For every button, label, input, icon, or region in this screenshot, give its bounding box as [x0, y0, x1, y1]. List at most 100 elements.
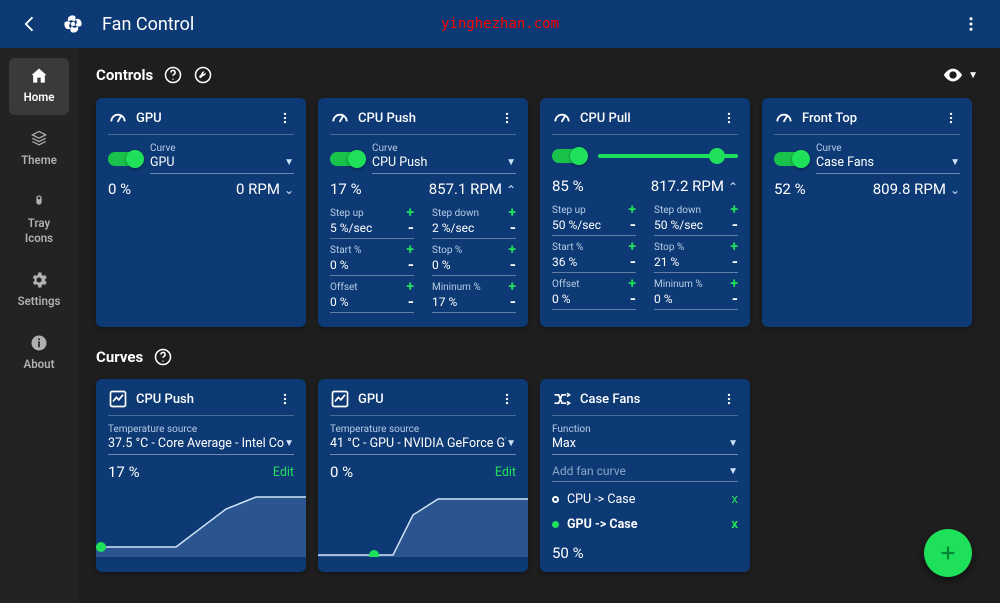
- back-button[interactable]: [10, 8, 50, 40]
- sidebar-item-tray-icons[interactable]: Tray Icons: [9, 184, 69, 256]
- min-value[interactable]: 0 %: [654, 292, 673, 306]
- minus-button[interactable]: -: [510, 223, 516, 233]
- remove-button[interactable]: x: [732, 492, 738, 507]
- card-menu-button[interactable]: [498, 392, 516, 406]
- collapse-button[interactable]: ⌃: [728, 180, 738, 194]
- curve-chart[interactable]: [318, 487, 528, 557]
- app-title: Fan Control: [102, 14, 194, 35]
- sidebar-item-theme[interactable]: Theme: [9, 121, 69, 178]
- sidebar-item-label: Theme: [21, 153, 57, 167]
- card-title: Case Fans: [580, 392, 712, 407]
- stop-label: Stop %: [432, 245, 462, 256]
- curve-chart[interactable]: [96, 487, 306, 557]
- min-label: Mininum %: [432, 282, 481, 293]
- mix-item-label: CPU -> Case: [567, 492, 635, 507]
- expand-button[interactable]: ⌄: [284, 183, 294, 197]
- percent-value: 0 %: [108, 180, 131, 198]
- manual-slider[interactable]: [598, 154, 738, 158]
- card-menu-button[interactable]: [720, 111, 738, 125]
- edit-button[interactable]: Edit: [273, 465, 294, 480]
- minus-button[interactable]: -: [408, 260, 414, 270]
- sidebar-item-about[interactable]: About: [9, 325, 69, 382]
- stop-value[interactable]: 21 %: [654, 255, 679, 269]
- add-fan-curve[interactable]: Add fan curve ▼: [552, 461, 738, 482]
- settings-icon: [29, 270, 49, 290]
- minus-button[interactable]: -: [408, 297, 414, 307]
- offset-value[interactable]: 0 %: [552, 292, 571, 306]
- minus-button[interactable]: -: [732, 257, 738, 267]
- sidebar-item-label: Settings: [18, 294, 61, 308]
- radio-indicator: [552, 496, 559, 503]
- card-menu-button[interactable]: [276, 111, 294, 125]
- curve-select[interactable]: GPU ▼: [150, 154, 294, 174]
- enable-toggle[interactable]: [774, 152, 808, 166]
- minus-button[interactable]: -: [630, 257, 636, 267]
- collapse-button[interactable]: ⌃: [506, 183, 516, 197]
- sidebar-item-settings[interactable]: Settings: [9, 262, 69, 319]
- titlebar-menu-button[interactable]: [952, 9, 990, 39]
- offset-value[interactable]: 0 %: [330, 295, 349, 309]
- minus-button[interactable]: -: [510, 297, 516, 307]
- sidebar-item-label: Home: [24, 90, 55, 104]
- start-value[interactable]: 36 %: [552, 255, 577, 269]
- function-value: Max: [552, 436, 576, 451]
- stop-value[interactable]: 0 %: [432, 258, 451, 272]
- step-up-value[interactable]: 5 %/sec: [330, 221, 372, 235]
- help-icon[interactable]: [153, 347, 173, 367]
- start-value[interactable]: 0 %: [330, 258, 349, 272]
- min-value[interactable]: 17 %: [432, 295, 457, 309]
- controls-header: Controls ▼: [96, 64, 978, 86]
- card-menu-button[interactable]: [276, 392, 294, 406]
- curve-select[interactable]: CPU Push ▼: [372, 154, 516, 174]
- source-select[interactable]: 41 °C - GPU - NVIDIA GeForce GT… ▼: [330, 435, 516, 455]
- function-select[interactable]: Max ▼: [552, 435, 738, 455]
- rpm-value: 817.2 RPM: [651, 177, 724, 195]
- plus-icon: [937, 542, 959, 564]
- percent-value: 17 %: [108, 463, 140, 481]
- percent-value: 50 %: [552, 544, 738, 562]
- step-down-value[interactable]: 2 %/sec: [432, 221, 474, 235]
- source-label: Temperature source: [330, 424, 516, 435]
- home-icon: [29, 66, 49, 86]
- arrow-left-icon: [20, 14, 40, 34]
- chevron-down-icon: ▼: [506, 157, 516, 168]
- card-menu-button[interactable]: [720, 392, 738, 406]
- minus-button[interactable]: -: [630, 220, 636, 230]
- minus-button[interactable]: -: [408, 223, 414, 233]
- help-icon[interactable]: [163, 65, 183, 85]
- minus-button[interactable]: -: [630, 294, 636, 304]
- card-menu-button[interactable]: [942, 111, 960, 125]
- control-card-gpu: GPU Curve GPU ▼ 0 % 0 RPM⌄: [96, 98, 306, 327]
- curve-select[interactable]: Case Fans ▼: [816, 154, 960, 174]
- wrench-icon[interactable]: [193, 65, 213, 85]
- control-card-cpu-push: CPU Push Curve CPU Push ▼ 17 % 857: [318, 98, 528, 327]
- source-value: 37.5 °C - Core Average - Intel Core: [108, 436, 284, 451]
- remove-button[interactable]: x: [731, 517, 738, 532]
- source-select[interactable]: 37.5 °C - Core Average - Intel Core ▼: [108, 435, 294, 455]
- step-up-value[interactable]: 50 %/sec: [552, 218, 601, 232]
- card-menu-button[interactable]: [498, 111, 516, 125]
- add-fab[interactable]: [924, 529, 972, 577]
- rpm-value: 809.8 RPM: [873, 180, 946, 198]
- expand-button[interactable]: ⌄: [950, 183, 960, 197]
- minus-button[interactable]: -: [510, 260, 516, 270]
- step-down-value[interactable]: 50 %/sec: [654, 218, 703, 232]
- enable-toggle[interactable]: [330, 152, 364, 166]
- rpm-value: 857.1 RPM: [429, 180, 502, 198]
- enable-toggle[interactable]: [552, 149, 586, 163]
- source-value: 41 °C - GPU - NVIDIA GeForce GT…: [330, 436, 506, 451]
- source-label: Temperature source: [108, 424, 294, 435]
- edit-button[interactable]: Edit: [495, 465, 516, 480]
- percent-value: 52 %: [774, 180, 806, 198]
- mix-icon: [552, 389, 572, 409]
- minus-button[interactable]: -: [732, 220, 738, 230]
- visibility-toggle[interactable]: ▼: [942, 64, 978, 86]
- more-vert-icon: [278, 392, 292, 406]
- chevron-down-icon: ▼: [728, 466, 738, 477]
- curve-value: GPU: [150, 155, 175, 170]
- sidebar-item-label: Tray Icons: [25, 216, 53, 245]
- card-title: GPU: [358, 392, 490, 407]
- minus-button[interactable]: -: [732, 294, 738, 304]
- sidebar-item-home[interactable]: Home: [9, 58, 69, 115]
- enable-toggle[interactable]: [108, 152, 142, 166]
